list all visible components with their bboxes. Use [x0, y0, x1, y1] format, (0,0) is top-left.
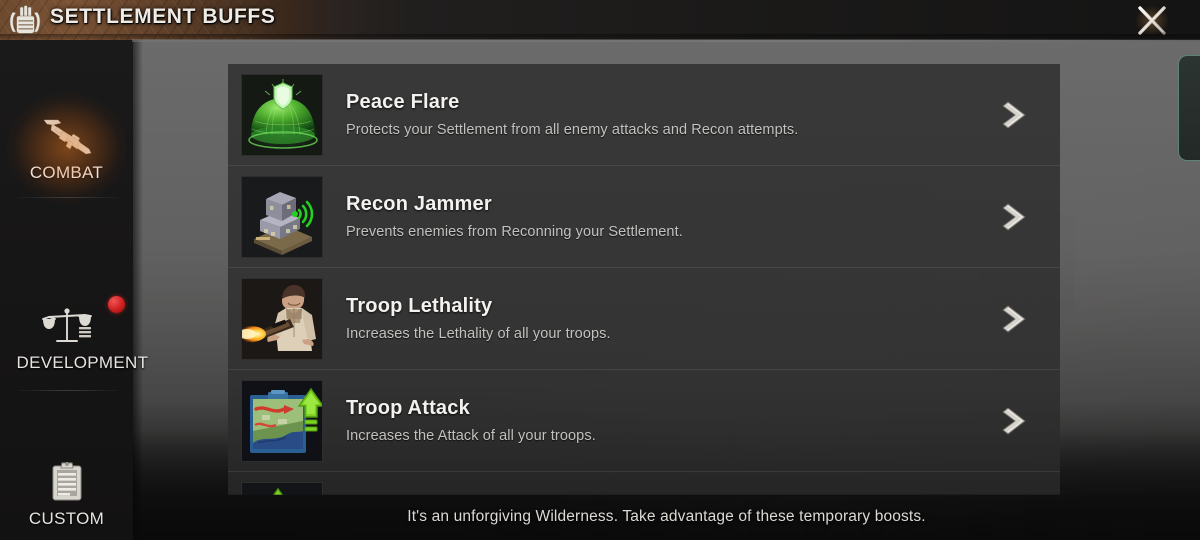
chevron-right-icon[interactable] [980, 92, 1050, 138]
sidebar-divider [18, 197, 118, 198]
chevron-right-icon[interactable] [980, 296, 1050, 342]
balance-scale-icon [39, 303, 95, 349]
sidebar: COMBAT DEVELOPMENT CUSTOM [0, 40, 149, 540]
buff-row[interactable]: Troop Attack Increases the Attack of all… [228, 370, 1060, 472]
shield-up-arrow-icon [241, 481, 323, 495]
green-dome-shield-icon [241, 73, 323, 156]
buff-text: Recon Jammer Prevents enemies from Recon… [346, 193, 980, 240]
sidebar-shadow [133, 40, 143, 540]
header-bar: SETTLEMENT BUFFS [0, 0, 1200, 41]
close-icon[interactable] [1132, 3, 1172, 38]
chevron-right-icon[interactable] [980, 398, 1050, 444]
buff-description: Increases the Lethality of all your troo… [346, 326, 611, 342]
sidebar-item-label: CUSTOM [28, 509, 105, 529]
buff-text: Troop Attack Increases the Attack of all… [346, 397, 980, 444]
buff-description: Protects your Settlement from all enemy … [346, 122, 799, 138]
sidebar-item-development[interactable]: DEVELOPMENT [0, 288, 149, 388]
raised-fist-icon [9, 5, 41, 34]
buff-row[interactable]: Peace Flare Protects your Settlement fro… [228, 64, 1060, 166]
soldier-firing-icon [241, 277, 323, 360]
sidebar-item-label: DEVELOPMENT [16, 353, 149, 373]
buff-list[interactable]: Peace Flare Protects your Settlement fro… [228, 64, 1060, 495]
page-title: SETTLEMENT BUFFS [50, 5, 276, 28]
buff-name: Recon Jammer [346, 193, 492, 215]
buff-name: Troop Attack [346, 397, 470, 419]
buff-row[interactable]: Troop Defense Increases the Defense of a… [228, 472, 1060, 495]
sidebar-divider [18, 390, 118, 391]
buff-description: Prevents enemies from Reconning your Set… [346, 224, 683, 240]
footer-hint-text: It's an unforgiving Wilderness. Take adv… [407, 508, 926, 525]
buff-text: Peace Flare Protects your Settlement fro… [346, 91, 980, 138]
rifle-icon [39, 113, 95, 159]
sidebar-item-combat[interactable]: COMBAT [0, 93, 133, 203]
header-bottom-edge [132, 39, 1200, 42]
clipboard-icon [39, 459, 95, 505]
buff-text: Troop Lethality Increases the Lethality … [346, 295, 980, 342]
buff-name: Troop Lethality [346, 295, 493, 317]
side-drawer-panel[interactable] [1178, 55, 1200, 161]
notification-badge [108, 296, 125, 313]
buff-row[interactable]: Troop Lethality Increases the Lethality … [228, 268, 1060, 370]
buff-description: Increases the Attack of all your troops. [346, 428, 596, 444]
footer-bar: It's an unforgiving Wilderness. Take adv… [133, 494, 1200, 540]
buff-name: Peace Flare [346, 91, 460, 113]
jammer-building-signal-icon [241, 175, 323, 258]
sidebar-item-custom[interactable]: CUSTOM [0, 448, 133, 540]
sidebar-item-label: COMBAT [29, 163, 104, 183]
battle-map-up-arrow-icon [241, 379, 323, 462]
buff-row[interactable]: Recon Jammer Prevents enemies from Recon… [228, 166, 1060, 268]
chevron-right-icon[interactable] [980, 194, 1050, 240]
